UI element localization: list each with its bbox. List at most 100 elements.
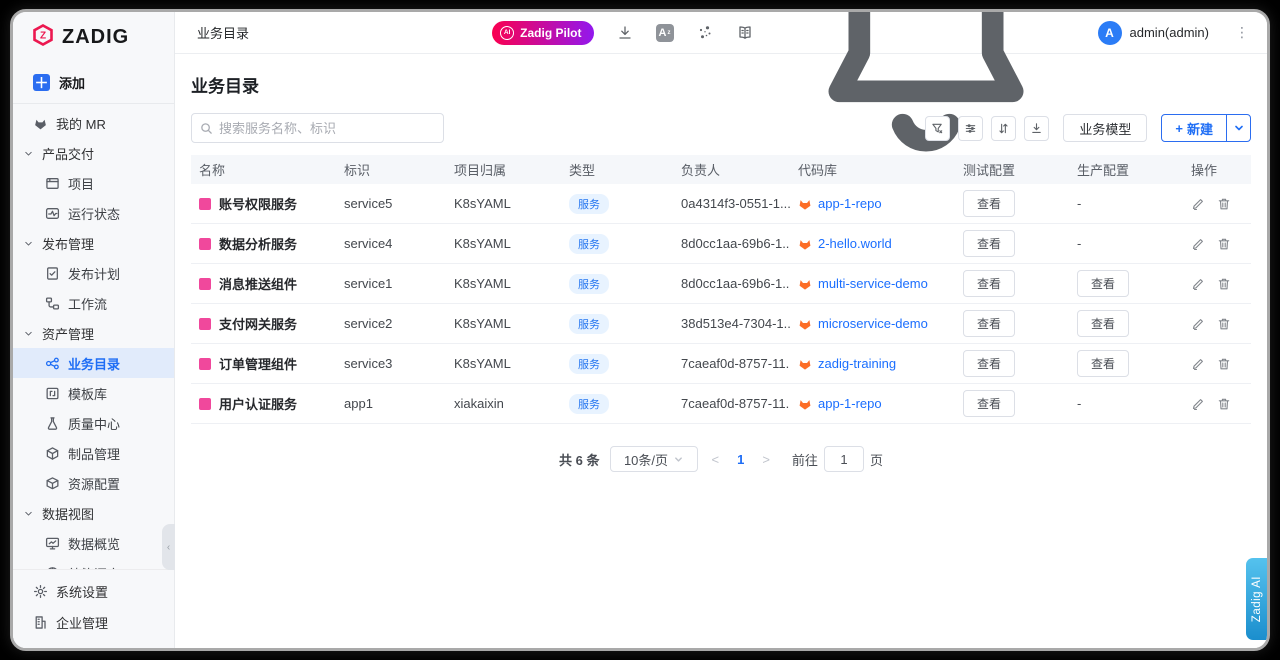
edit-icon[interactable]	[1191, 197, 1205, 211]
service-color-square	[199, 197, 211, 210]
service-name-link[interactable]: 用户认证服务	[219, 394, 297, 413]
sidebar-item-quality-center[interactable]: 质量中心	[13, 408, 174, 438]
sidebar-group-label: 数据视图	[42, 506, 95, 522]
sparkle-dots-icon[interactable]	[696, 24, 714, 42]
view-test-config-button[interactable]: 查看	[963, 350, 1016, 377]
delete-icon[interactable]	[1217, 397, 1231, 411]
type-badge: 服务	[569, 393, 609, 414]
repo-link[interactable]: app-1-repo	[818, 196, 882, 211]
add-button[interactable]: ＋ 添加	[13, 62, 174, 104]
new-button-dropdown[interactable]	[1226, 115, 1250, 141]
col-header-name: 名称	[199, 163, 226, 178]
view-test-config-button[interactable]: 查看	[963, 230, 1016, 257]
column-settings-button[interactable]	[958, 115, 984, 141]
delete-icon[interactable]	[1217, 317, 1231, 331]
user-menu[interactable]: A admin(admin)	[1097, 20, 1209, 45]
zadig-ai-tab[interactable]: Zadig AI	[1246, 558, 1267, 640]
breadcrumb: 业务目录	[197, 26, 250, 41]
sidebar-item-business-directory[interactable]: 业务目录	[13, 348, 174, 378]
delete-icon[interactable]	[1217, 357, 1231, 371]
new-button[interactable]: + 新建	[1162, 115, 1226, 141]
workflow-icon	[45, 296, 60, 311]
service-name-link[interactable]: 数据分析服务	[219, 234, 297, 253]
service-name-link[interactable]: 支付网关服务	[219, 314, 297, 333]
sidebar-collapse-handle[interactable]: ‹	[162, 524, 175, 570]
sidebar-item-resource-config[interactable]: 资源配置	[13, 468, 174, 498]
page-size-select[interactable]: 10条/页	[609, 446, 698, 472]
edit-icon[interactable]	[1191, 317, 1205, 331]
view-test-config-button[interactable]: 查看	[963, 190, 1016, 217]
building-icon	[33, 615, 48, 630]
sidebar-item-running-status[interactable]: 运行状态	[13, 198, 174, 228]
sidebar-group-asset-mgmt[interactable]: 资产管理	[13, 318, 174, 348]
view-prod-config-button[interactable]: 查看	[1077, 350, 1130, 377]
sidebar-item-enterprise-mgmt[interactable]: 企业管理	[13, 607, 174, 638]
gitlab-icon	[799, 399, 811, 410]
goto-page: 前往 页	[792, 446, 883, 472]
page-size-value: 10条/页	[623, 452, 669, 468]
view-test-config-button[interactable]: 查看	[963, 310, 1016, 337]
chevron-down-icon	[23, 328, 34, 339]
sort-button[interactable]	[991, 115, 1017, 141]
view-test-config-button[interactable]: 查看	[963, 270, 1016, 297]
page-title: 业务目录	[191, 77, 259, 96]
kebab-menu-icon[interactable]: ⋮	[1235, 24, 1249, 41]
col-header-id: 标识	[344, 163, 371, 178]
delete-icon[interactable]	[1217, 237, 1231, 251]
delete-icon[interactable]	[1217, 277, 1231, 291]
sidebar-group-release-mgmt[interactable]: 发布管理	[13, 228, 174, 258]
service-project: K8sYAML	[454, 356, 511, 371]
view-test-config-button[interactable]: 查看	[963, 390, 1016, 417]
sidebar-item-insights[interactable]: 效能洞察	[13, 558, 174, 569]
repo-link[interactable]: app-1-repo	[818, 396, 882, 411]
edit-icon[interactable]	[1191, 237, 1205, 251]
type-badge: 服务	[569, 353, 609, 374]
sidebar-group-product-delivery[interactable]: 产品交付	[13, 138, 174, 168]
sidebar-group-data-views[interactable]: 数据视图	[13, 498, 174, 528]
delete-icon[interactable]	[1217, 197, 1231, 211]
translate-icon[interactable]: Az	[655, 23, 674, 42]
repo-link[interactable]: zadig-training	[818, 356, 896, 371]
sidebar-item-artifact-mgmt[interactable]: 制品管理	[13, 438, 174, 468]
view-prod-config-button[interactable]: 查看	[1077, 310, 1130, 337]
zadig-pilot-button[interactable]: AI Zadig Pilot	[492, 20, 594, 45]
table-header: 名称 标识 项目归属 类型 负责人 代码库 测试配置 生产配置 操作	[191, 155, 1251, 184]
search-input[interactable]	[219, 120, 435, 136]
current-page[interactable]: 1	[733, 452, 748, 467]
next-page-button[interactable]: >	[758, 452, 774, 467]
service-name-link[interactable]: 消息推送组件	[219, 274, 297, 293]
search-box	[191, 113, 444, 143]
download-icon[interactable]	[616, 24, 634, 42]
col-header-repo: 代码库	[798, 163, 838, 178]
sidebar-item-projects[interactable]: 项目	[13, 168, 174, 198]
sidebar-item-template-library[interactable]: 模板库	[13, 378, 174, 408]
view-prod-config-button[interactable]: 查看	[1077, 270, 1130, 297]
gitlab-icon	[799, 199, 811, 210]
repo-link[interactable]: multi-service-demo	[818, 276, 928, 291]
chevron-down-icon	[1234, 125, 1243, 131]
chevron-left-icon: ‹	[166, 541, 171, 553]
sidebar-item-data-overview[interactable]: 数据概览	[13, 528, 174, 558]
repo-link[interactable]: 2-hello.world	[818, 236, 892, 251]
edit-icon[interactable]	[1191, 357, 1205, 371]
repo-link[interactable]: microservice-demo	[818, 316, 928, 331]
edit-icon[interactable]	[1191, 397, 1205, 411]
filter-funnel-button[interactable]	[925, 115, 951, 141]
col-header-project: 项目归属	[454, 163, 507, 178]
service-name-link[interactable]: 订单管理组件	[219, 354, 297, 373]
sidebar-item-workflows[interactable]: 工作流	[13, 288, 174, 318]
search-icon	[201, 122, 212, 134]
sidebar-item-release-plan[interactable]: 发布计划	[13, 258, 174, 288]
service-name-link[interactable]: 账号权限服务	[219, 194, 297, 213]
docs-book-icon[interactable]	[736, 24, 754, 42]
business-model-button[interactable]: 业务模型	[1063, 114, 1148, 142]
prev-page-button[interactable]: <	[708, 452, 724, 467]
sidebar-item-my-mr[interactable]: 我的 MR	[13, 108, 174, 138]
pagination-total: 共 6 条	[559, 452, 600, 468]
goto-page-input[interactable]	[823, 446, 864, 472]
export-download-button[interactable]	[1024, 115, 1050, 141]
edit-icon[interactable]	[1191, 277, 1205, 291]
sidebar-item-system-settings[interactable]: 系统设置	[13, 576, 174, 607]
service-id: service5	[344, 196, 393, 211]
service-project: K8sYAML	[454, 276, 511, 291]
